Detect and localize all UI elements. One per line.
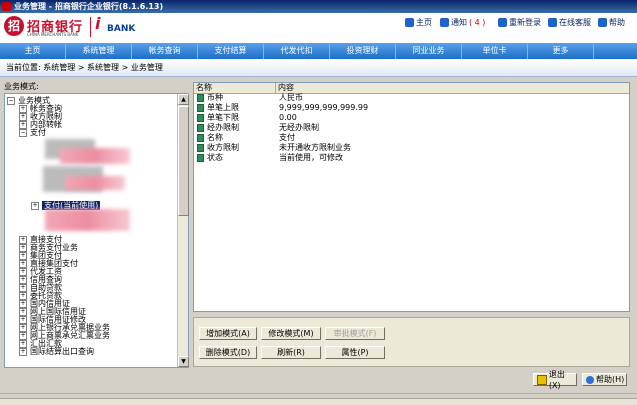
- nav-card[interactable]: 单位卡: [462, 43, 528, 59]
- header-link-notice[interactable]: 通知 ( 4 ): [440, 17, 485, 28]
- properties-button[interactable]: 属性(P): [325, 346, 385, 359]
- table-row[interactable]: 币种 人民币: [194, 93, 629, 103]
- breadcrumb: 当前位置: 系统管理 > 系统管理 > 业务管理: [0, 59, 637, 77]
- help-icon: [598, 18, 607, 27]
- nav-interbank[interactable]: 同业业务: [396, 43, 462, 59]
- field-icon: [197, 154, 204, 162]
- exit-icon: [537, 374, 547, 385]
- table-row[interactable]: 经办限制 无经办限制: [194, 123, 629, 133]
- header-link-relogin[interactable]: 重新登录: [498, 17, 541, 28]
- nav-more[interactable]: 更多: [528, 43, 594, 59]
- table-row[interactable]: 收方限制 未开通收方限制业务: [194, 143, 629, 153]
- table-row[interactable]: 单笔下限 0.00: [194, 113, 629, 123]
- app-icon: [2, 2, 11, 11]
- tree-node[interactable]: − 支付: [19, 128, 46, 138]
- table-row[interactable]: 状态 当前使用，可修改: [194, 153, 629, 163]
- window-title-bar: 业务管理 - 招商银行企业银行(8.1.6.13): [0, 0, 637, 13]
- nav-payment[interactable]: 支付结算: [198, 43, 264, 59]
- field-icon: [197, 104, 204, 112]
- add-mode-button[interactable]: 增加模式(A): [199, 327, 257, 340]
- header-link-home[interactable]: 主页: [405, 17, 432, 28]
- nav-account-query[interactable]: 帐务查询: [132, 43, 198, 59]
- home-icon: [405, 18, 414, 27]
- header-link-help[interactable]: 帮助: [598, 17, 625, 28]
- table-row[interactable]: 单笔上限 9,999,999,999,999.99: [194, 103, 629, 113]
- tree-node[interactable]: + 国际结算出口查询: [19, 347, 94, 357]
- nav-system[interactable]: 系统管理: [66, 43, 132, 59]
- exit-button[interactable]: 退出(X): [533, 370, 577, 390]
- notice-icon: [440, 18, 449, 27]
- redacted-block: [45, 209, 130, 231]
- nav-agency[interactable]: 代发代扣: [264, 43, 330, 59]
- redacted-block: [65, 176, 125, 190]
- approve-mode-button[interactable]: 审批模式(F): [325, 327, 385, 340]
- column-header-value[interactable]: 内容: [276, 83, 629, 93]
- field-icon: [197, 134, 204, 142]
- mode-detail-grid: 名称 内容 币种 人民币 单笔上限 9,999,999,999,999.99 单笔下…: [193, 82, 630, 312]
- business-mode-tree[interactable]: − 业务模式 + 帐务查询 + 收方限制 + 内部转帐 − 支付 + 支付(当前使用) + 直…: [4, 93, 189, 368]
- scroll-down-icon[interactable]: ▼: [178, 356, 189, 367]
- window-title: 业务管理 - 招商银行企业银行(8.1.6.13): [14, 2, 164, 11]
- field-icon: [197, 94, 204, 102]
- bank-logo-icon: 招: [4, 16, 24, 36]
- collapse-icon[interactable]: −: [19, 128, 27, 137]
- scroll-thumb[interactable]: [178, 106, 189, 216]
- notice-count: ( 4 ): [469, 18, 486, 27]
- tree-label: 业务模式:: [4, 82, 39, 91]
- refresh-button[interactable]: 刷新(R): [261, 346, 321, 359]
- header-link-service[interactable]: 在线客服: [548, 17, 591, 28]
- table-row[interactable]: 名称 支付: [194, 133, 629, 143]
- footer-divider: [0, 393, 637, 394]
- expand-icon[interactable]: +: [31, 201, 39, 210]
- field-icon: [197, 144, 204, 152]
- ubank-logo-mark: i: [95, 14, 101, 33]
- field-icon: [197, 114, 204, 122]
- service-icon: [548, 18, 557, 27]
- field-icon: [197, 124, 204, 132]
- status-bar: [0, 398, 637, 405]
- collapse-icon[interactable]: −: [7, 96, 15, 105]
- expand-icon[interactable]: +: [19, 347, 27, 356]
- column-header-name[interactable]: 名称: [194, 83, 276, 93]
- redacted-block: [60, 148, 130, 164]
- nav-investment[interactable]: 投资理财: [330, 43, 396, 59]
- help-icon: [586, 375, 594, 384]
- main-nav: 主页 系统管理 帐务查询 支付结算 代发代扣 投资理财 同业业务 单位卡 更多: [0, 43, 637, 59]
- ubank-logo-text: BANK: [107, 24, 136, 34]
- scroll-up-icon[interactable]: ▲: [178, 94, 189, 105]
- help-button[interactable]: 帮助(H): [582, 373, 627, 386]
- tree-scrollbar[interactable]: ▲ ▼: [177, 94, 189, 367]
- nav-home[interactable]: 主页: [0, 43, 66, 59]
- logo-divider: [90, 17, 91, 37]
- bank-name-en: CHINA MERCHANTS BANK: [27, 32, 79, 37]
- action-button-panel: 增加模式(A) 修改模式(M) 审批模式(F) 删除模式(D) 刷新(R) 属性…: [193, 317, 630, 367]
- delete-mode-button[interactable]: 删除模式(D): [199, 346, 257, 359]
- relogin-icon: [498, 18, 507, 27]
- modify-mode-button[interactable]: 修改模式(M): [261, 327, 321, 340]
